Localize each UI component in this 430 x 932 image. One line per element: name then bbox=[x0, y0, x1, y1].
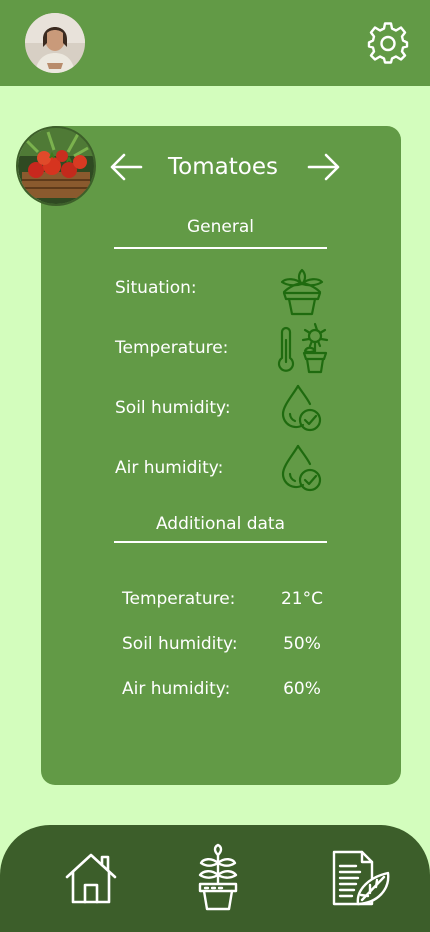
plant-pot-icon bbox=[272, 262, 332, 318]
nav-plants-button[interactable] bbox=[195, 843, 241, 911]
thermometer-plant-icon bbox=[272, 320, 332, 376]
data-soil-humidity-value: 50% bbox=[283, 634, 321, 654]
general-divider bbox=[114, 247, 327, 249]
data-soil-humidity-label: Soil humidity: bbox=[122, 634, 238, 654]
nav-reports-button[interactable] bbox=[330, 849, 392, 907]
data-air-humidity-label: Air humidity: bbox=[122, 679, 231, 699]
data-air-humidity-value: 60% bbox=[283, 679, 321, 699]
plant-name: Tomatoes bbox=[168, 154, 278, 180]
plant-photo bbox=[16, 126, 96, 206]
soil-humidity-label: Soil humidity: bbox=[115, 398, 231, 418]
data-temperature-value: 21°C bbox=[280, 589, 323, 609]
additional-divider bbox=[114, 541, 327, 543]
nav-home-button[interactable] bbox=[64, 851, 118, 905]
additional-section-title: Additional data bbox=[155, 514, 286, 534]
general-section-title: General bbox=[187, 217, 254, 237]
user-avatar[interactable] bbox=[25, 13, 85, 73]
air-humidity-label: Air humidity: bbox=[115, 458, 224, 478]
plant-pot-icon bbox=[198, 843, 238, 911]
water-drop-check-icon bbox=[272, 440, 332, 496]
document-leaf-icon bbox=[332, 850, 390, 906]
data-temperature-label: Temperature: bbox=[122, 589, 236, 609]
previous-plant-button[interactable] bbox=[108, 151, 144, 183]
next-plant-button[interactable] bbox=[306, 151, 342, 183]
situation-label: Situation: bbox=[115, 278, 197, 298]
water-drop-check-icon bbox=[272, 380, 332, 436]
home-icon bbox=[65, 853, 117, 904]
settings-gear-icon[interactable] bbox=[366, 21, 410, 65]
temperature-label: Temperature: bbox=[115, 338, 229, 358]
